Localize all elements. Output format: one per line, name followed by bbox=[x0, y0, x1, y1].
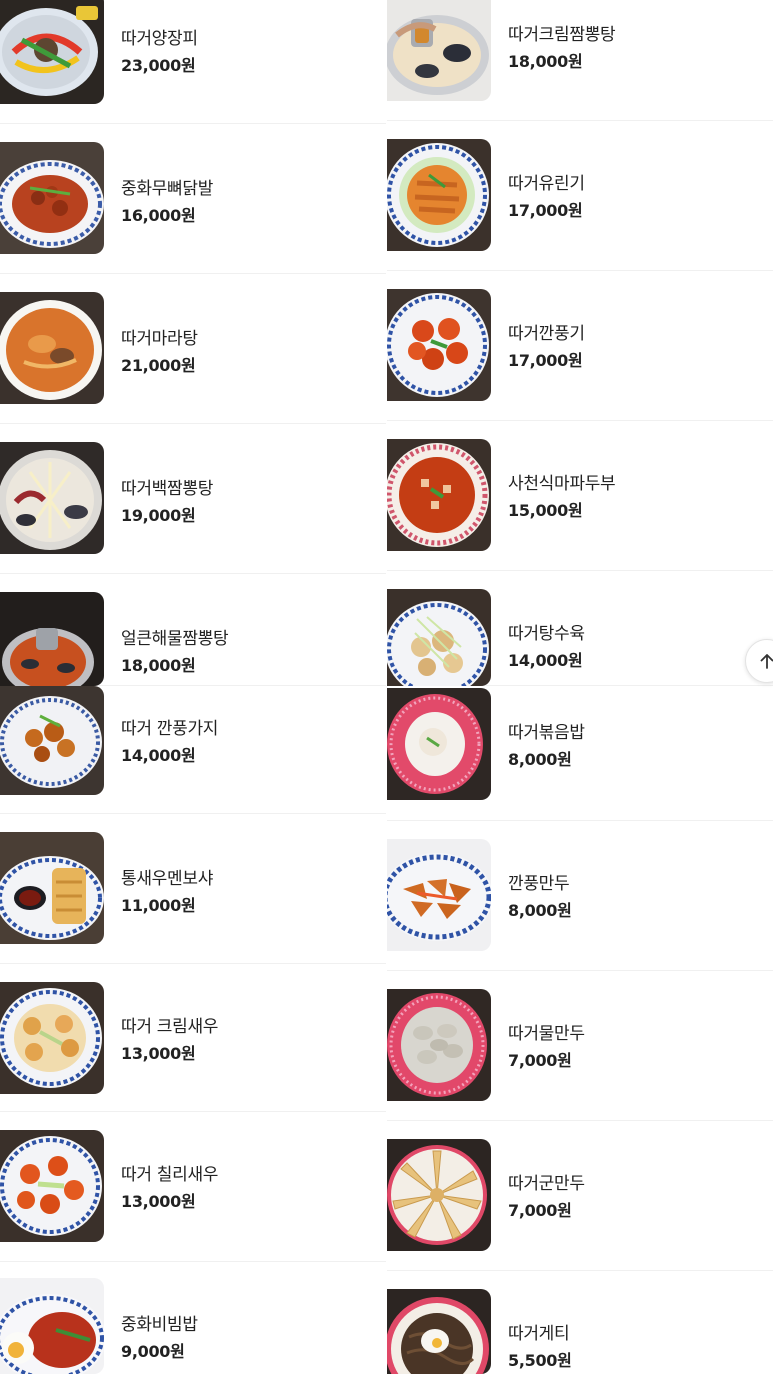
menu-item-name: 사천식마파두부 bbox=[508, 474, 616, 494]
menu-item-photo[interactable] bbox=[0, 142, 104, 254]
menu-item-price: 14,000원 bbox=[508, 651, 583, 670]
menu-item-price: 21,000원 bbox=[121, 356, 196, 375]
menu-item-name: 따거크림짬뽕탕 bbox=[508, 25, 616, 45]
menu-item-photo[interactable] bbox=[0, 442, 104, 554]
menu-item-name: 따거 크림새우 bbox=[121, 1017, 219, 1037]
menu-item-name: 따거볶음밥 bbox=[508, 723, 585, 743]
menu-item-photo[interactable] bbox=[387, 589, 491, 686]
menu-item-price: 23,000원 bbox=[121, 56, 196, 75]
menu-item-price: 17,000원 bbox=[508, 351, 583, 370]
menu-item[interactable]: 깐풍만두 8,000원 bbox=[387, 821, 773, 971]
menu-item-name: 따거깐풍기 bbox=[508, 324, 585, 344]
menu-item[interactable]: 따거탕수육 14,000원 bbox=[387, 571, 773, 686]
menu-item[interactable]: 얼큰해물짬뽕탕 18,000원 bbox=[0, 574, 386, 686]
menu-item[interactable]: 따거백짬뽕탕 19,000원 bbox=[0, 424, 386, 574]
menu-item-name: 깐풍만두 bbox=[508, 874, 570, 894]
menu-item[interactable]: 따거물만두 7,000원 bbox=[387, 971, 773, 1121]
menu-item-price: 18,000원 bbox=[121, 656, 196, 675]
menu-item[interactable]: 중화무뼈닭발 16,000원 bbox=[0, 124, 386, 274]
menu-item-photo[interactable] bbox=[0, 686, 104, 795]
menu-item-price: 17,000원 bbox=[508, 201, 583, 220]
menu-item-photo[interactable] bbox=[387, 989, 491, 1101]
menu-column-left: 따거양장피 23,000원 중화무뼈닭발 16,000원 따거마라탕 21,00… bbox=[0, 0, 386, 1374]
menu-item-name: 따거물만두 bbox=[508, 1024, 585, 1044]
menu-item-photo[interactable] bbox=[387, 688, 491, 800]
menu-item-photo[interactable] bbox=[0, 832, 104, 944]
menu-item-name: 따거탕수육 bbox=[508, 624, 585, 644]
menu-item[interactable]: 통새우멘보샤 11,000원 bbox=[0, 814, 386, 964]
menu-item[interactable]: 따거양장피 23,000원 bbox=[0, 0, 386, 124]
menu-column-right: 따거크림짬뽕탕 18,000원 따거유린기 17,000원 따거깐풍기 17,0… bbox=[387, 0, 773, 1374]
menu-item-photo[interactable] bbox=[387, 439, 491, 551]
menu-item-name: 따거마라탕 bbox=[121, 329, 198, 349]
menu-item[interactable]: 따거깐풍기 17,000원 bbox=[387, 271, 773, 421]
menu-item-price: 16,000원 bbox=[121, 206, 196, 225]
menu-item[interactable]: 따거 깐풍가지 14,000원 bbox=[0, 686, 386, 814]
menu-item-name: 중화비빔밥 bbox=[121, 1315, 198, 1335]
menu-item-name: 얼큰해물짬뽕탕 bbox=[121, 629, 229, 649]
menu-item-price: 19,000원 bbox=[121, 506, 196, 525]
menu-item-photo[interactable] bbox=[0, 982, 104, 1094]
menu-item-name: 따거게티 bbox=[508, 1324, 570, 1344]
menu-item-name: 따거 칠리새우 bbox=[121, 1165, 219, 1185]
menu-item-price: 5,500원 bbox=[508, 1351, 572, 1370]
menu-item-price: 7,000원 bbox=[508, 1051, 572, 1070]
menu-item-price: 7,000원 bbox=[508, 1201, 572, 1220]
menu-item-photo[interactable] bbox=[0, 292, 104, 404]
menu-item-name: 통새우멘보샤 bbox=[121, 869, 214, 889]
menu-item-price: 8,000원 bbox=[508, 750, 572, 769]
menu-item-name: 따거유린기 bbox=[508, 174, 585, 194]
menu-item[interactable]: 중화비빔밥 9,000원 bbox=[0, 1262, 386, 1374]
menu-item-photo[interactable] bbox=[387, 139, 491, 251]
menu-item[interactable]: 따거볶음밥 8,000원 bbox=[387, 686, 773, 821]
menu-item-price: 11,000원 bbox=[121, 896, 196, 915]
menu-item-photo[interactable] bbox=[387, 289, 491, 401]
menu-item-price: 15,000원 bbox=[508, 501, 583, 520]
menu-item-photo[interactable] bbox=[387, 839, 491, 951]
menu-item-price: 13,000원 bbox=[121, 1044, 196, 1063]
menu-item-price: 8,000원 bbox=[508, 901, 572, 920]
menu-item-price: 14,000원 bbox=[121, 746, 196, 765]
menu-item[interactable]: 따거크림짬뽕탕 18,000원 bbox=[387, 0, 773, 121]
menu-item-photo[interactable] bbox=[0, 1278, 104, 1374]
menu-item[interactable]: 사천식마파두부 15,000원 bbox=[387, 421, 773, 571]
menu-item-name: 따거양장피 bbox=[121, 29, 198, 49]
menu-item-name: 중화무뼈닭발 bbox=[121, 179, 214, 199]
arrow-up-icon bbox=[760, 654, 773, 669]
menu-item[interactable]: 따거마라탕 21,000원 bbox=[0, 274, 386, 424]
menu-item-photo[interactable] bbox=[387, 1139, 491, 1251]
menu-item-price: 18,000원 bbox=[508, 52, 583, 71]
menu-item-photo[interactable] bbox=[387, 1289, 491, 1374]
menu-item-photo[interactable] bbox=[0, 592, 104, 686]
menu-item[interactable]: 따거 크림새우 13,000원 bbox=[0, 964, 386, 1112]
menu-item-price: 13,000원 bbox=[121, 1192, 196, 1211]
menu-item-name: 따거백짬뽕탕 bbox=[121, 479, 214, 499]
menu-item-price: 9,000원 bbox=[121, 1342, 185, 1361]
menu-item-name: 따거군만두 bbox=[508, 1174, 585, 1194]
menu-item-name: 따거 깐풍가지 bbox=[121, 719, 219, 739]
menu-item[interactable]: 따거 칠리새우 13,000원 bbox=[0, 1112, 386, 1262]
menu-item-photo[interactable] bbox=[387, 0, 491, 101]
menu-item[interactable]: 따거유린기 17,000원 bbox=[387, 121, 773, 271]
menu-item-photo[interactable] bbox=[0, 0, 104, 104]
menu-item[interactable]: 따거게티 5,500원 bbox=[387, 1271, 773, 1374]
menu-item-photo[interactable] bbox=[0, 1130, 104, 1242]
menu-item[interactable]: 따거군만두 7,000원 bbox=[387, 1121, 773, 1271]
